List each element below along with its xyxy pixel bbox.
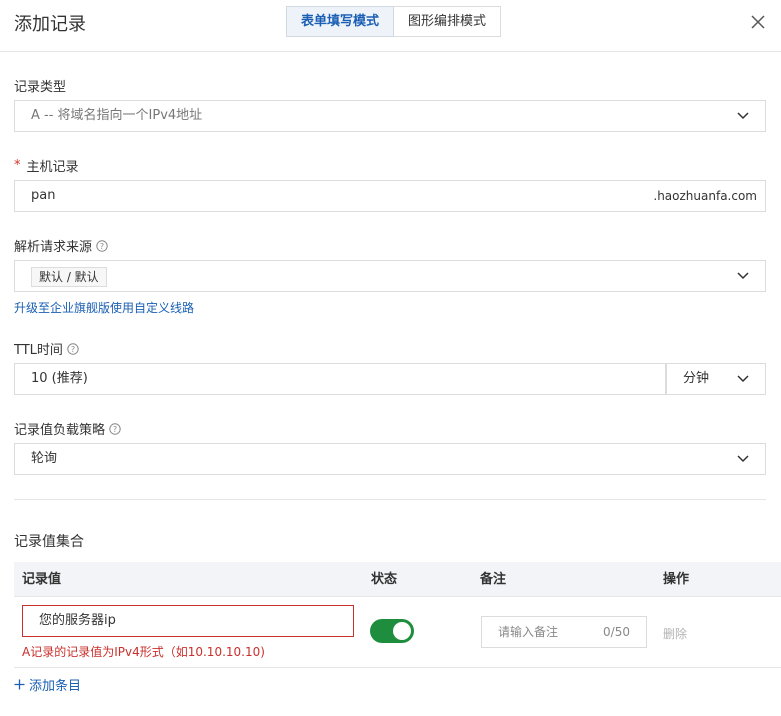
remark-input[interactable]: 请输入备注 0/50	[481, 616, 647, 648]
dialog-title: 添加记录	[14, 14, 86, 35]
host-record-value: pan	[31, 188, 56, 203]
tab-graphic-mode[interactable]: 图形编排模式	[394, 6, 502, 37]
load-strategy-value: 轮询	[31, 451, 58, 466]
toggle-knob	[393, 622, 411, 640]
add-entry-button[interactable]: 添加条目	[14, 675, 81, 694]
resolve-source-tag: 默认 / 默认	[31, 267, 107, 287]
column-header-value: 记录值	[22, 572, 62, 587]
ttl-unit: 分钟	[683, 371, 710, 386]
delete-button[interactable]: 删除	[663, 625, 687, 642]
ttl-label: TTL时间 ?	[14, 339, 79, 358]
resolve-source-select[interactable]: 默认 / 默认	[14, 260, 766, 292]
chevron-down-icon	[737, 455, 749, 463]
remark-count: 0/50	[603, 625, 630, 639]
table-header: 记录值 状态 备注 操作	[14, 562, 781, 597]
help-icon[interactable]: ?	[67, 342, 79, 355]
ttl-input[interactable]: 10 (推荐)	[14, 363, 666, 395]
chevron-down-icon	[737, 112, 749, 120]
record-type-label: 记录类型	[14, 80, 67, 95]
add-entry-label: 添加条目	[29, 679, 82, 694]
close-icon[interactable]	[747, 11, 769, 33]
load-strategy-select[interactable]: 轮询	[14, 443, 766, 475]
load-strategy-label: 记录值负载策略 ?	[14, 419, 121, 438]
ttl-unit-select[interactable]: 分钟	[666, 363, 766, 395]
resolve-source-label: 解析请求来源 ?	[14, 236, 108, 255]
table-row: 您的服务器ip A记录的记录值为IPv4形式（如10.10.10.10) 请输入…	[14, 597, 781, 668]
record-type-value: A -- 将域名指向一个IPv4地址	[31, 108, 203, 123]
host-record-label: * 主机记录	[14, 158, 79, 175]
section-divider	[14, 499, 766, 500]
column-header-remark: 备注	[480, 572, 507, 587]
svg-text:?: ?	[100, 242, 104, 251]
domain-suffix: .haozhuanfa.com	[653, 189, 757, 203]
ttl-value: 10 (推荐)	[31, 371, 88, 386]
help-icon[interactable]: ?	[96, 239, 108, 252]
plus-icon	[14, 679, 25, 690]
column-header-action: 操作	[663, 572, 690, 587]
mode-tabs: 表单填写模式 图形编排模式	[286, 6, 502, 37]
chevron-down-icon	[737, 375, 749, 383]
record-type-select[interactable]: A -- 将域名指向一个IPv4地址	[14, 100, 766, 132]
dialog-header: 添加记录 表单填写模式 图形编排模式	[0, 0, 781, 52]
required-mark: *	[14, 158, 21, 173]
svg-text:?: ?	[71, 345, 75, 354]
record-set-title: 记录值集合	[14, 534, 84, 550]
tab-form-mode[interactable]: 表单填写模式	[286, 6, 395, 37]
host-record-input[interactable]: pan .haozhuanfa.com	[14, 180, 766, 212]
chevron-down-icon	[737, 272, 749, 280]
remark-placeholder: 请输入备注	[498, 625, 559, 639]
help-icon[interactable]: ?	[109, 422, 121, 435]
status-toggle[interactable]	[370, 619, 414, 643]
column-header-status: 状态	[371, 572, 398, 587]
svg-text:?: ?	[113, 425, 117, 434]
validation-error: A记录的记录值为IPv4形式（如10.10.10.10)	[22, 645, 265, 659]
record-value-input[interactable]: 您的服务器ip	[22, 605, 354, 637]
record-value-text: 您的服务器ip	[39, 613, 116, 628]
upgrade-link[interactable]: 升级至企业旗舰版使用自定义线路	[14, 299, 194, 316]
